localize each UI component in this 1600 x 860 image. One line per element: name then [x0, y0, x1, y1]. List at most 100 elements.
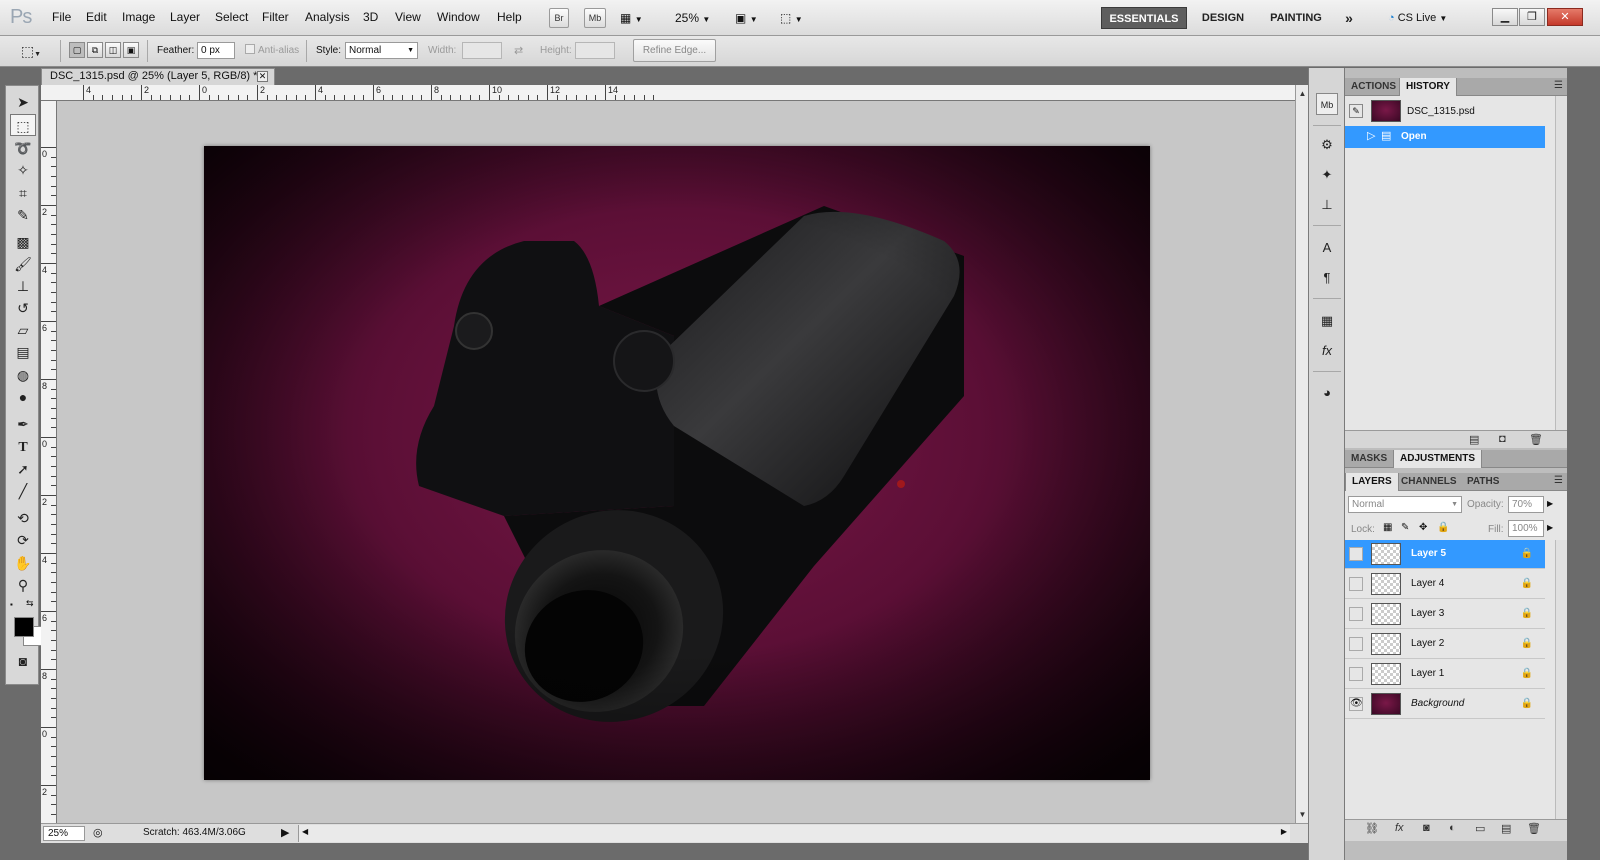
layer-row[interactable]: Layer 4 🔒: [1345, 570, 1545, 599]
eyedropper-tool[interactable]: ✎: [10, 204, 36, 226]
history-state[interactable]: ▷ ▤ Open: [1345, 126, 1545, 148]
character-panel-button[interactable]: A: [1316, 237, 1338, 259]
opacity-slider-arrow[interactable]: ▶: [1547, 499, 1553, 508]
minibridge-button[interactable]: Mb: [584, 8, 606, 28]
tab-paths[interactable]: PATHS: [1461, 473, 1505, 491]
layer-row[interactable]: Layer 3 🔒: [1345, 600, 1545, 629]
feather-input[interactable]: 0 px: [197, 42, 235, 59]
crop-tool[interactable]: ⌗: [10, 182, 36, 204]
quick-selection-tool[interactable]: ✧: [10, 159, 36, 181]
horizontal-ruler[interactable]: 4 2 0 2 4 6 8 10 12 14: [55, 85, 1295, 101]
arrange-documents-dropdown[interactable]: ▣ ▼: [735, 8, 758, 28]
new-adjustment-layer-icon[interactable]: ◐: [1449, 822, 1456, 834]
path-selection-tool[interactable]: ➚: [10, 458, 36, 480]
new-document-from-state-icon[interactable]: ▤: [1469, 433, 1479, 446]
canvas-area[interactable]: [57, 101, 1295, 823]
minibridge-panel-button[interactable]: Mb: [1316, 93, 1338, 115]
hand-tool[interactable]: ✋: [10, 552, 36, 574]
foreground-color-swatch[interactable]: [14, 617, 34, 637]
minimize-button[interactable]: ▁: [1492, 8, 1518, 26]
visibility-toggle[interactable]: [1349, 547, 1363, 561]
lock-image-icon[interactable]: ✎: [1401, 522, 1409, 533]
menu-view[interactable]: View: [395, 10, 421, 24]
spot-healing-tool[interactable]: ▩: [10, 231, 36, 253]
horizontal-scrollbar[interactable]: ◀ ▶: [298, 825, 1290, 842]
menu-help[interactable]: Help: [497, 10, 522, 24]
visibility-toggle[interactable]: [1349, 667, 1363, 681]
history-brush-tool[interactable]: ↺: [10, 297, 36, 319]
fill-slider-arrow[interactable]: ▶: [1547, 523, 1553, 532]
add-layer-style-icon[interactable]: fx: [1395, 822, 1404, 834]
quick-mask-button[interactable]: ◙: [10, 650, 36, 672]
history-snapshot[interactable]: ✎ DSC_1315.psd: [1345, 98, 1567, 125]
scroll-right-button[interactable]: ▶: [1281, 827, 1287, 836]
restore-button[interactable]: ❐: [1519, 8, 1545, 26]
eraser-tool[interactable]: ▱: [10, 319, 36, 341]
add-selection-button[interactable]: ⧉: [87, 42, 103, 58]
tab-adjustments[interactable]: ADJUSTMENTS: [1393, 450, 1483, 468]
menu-analysis[interactable]: Analysis: [305, 10, 350, 24]
gradient-tool[interactable]: ▤: [10, 341, 36, 363]
zoom-tool[interactable]: ⚲: [10, 574, 36, 596]
type-tool[interactable]: T: [10, 435, 36, 457]
panel-menu-icon[interactable]: ☰: [1554, 475, 1563, 486]
new-layer-icon[interactable]: ▤: [1501, 822, 1511, 835]
style-select[interactable]: Normal ▼: [345, 42, 418, 59]
pen-tool[interactable]: ✒: [10, 413, 36, 435]
new-selection-button[interactable]: ▢: [69, 42, 85, 58]
subtract-selection-button[interactable]: ◫: [105, 42, 121, 58]
delete-state-icon[interactable]: 🗑: [1529, 433, 1543, 446]
cs-live-dropdown[interactable]: ◔ CS Live ▼: [1388, 8, 1447, 28]
dodge-tool[interactable]: ●: [10, 386, 36, 408]
close-document-button[interactable]: ✕: [257, 71, 268, 82]
workspace-essentials[interactable]: ESSENTIALS: [1101, 7, 1187, 29]
height-input[interactable]: [575, 42, 615, 59]
lock-transparent-icon[interactable]: ▦: [1383, 522, 1392, 533]
layer-row[interactable]: Layer 2 🔒: [1345, 630, 1545, 659]
tab-layers[interactable]: LAYERS: [1345, 473, 1399, 491]
lasso-tool[interactable]: ➰: [10, 137, 36, 159]
tab-masks[interactable]: MASKS: [1345, 450, 1393, 468]
history-scrollbar[interactable]: [1555, 96, 1567, 432]
intersect-selection-button[interactable]: ▣: [123, 42, 139, 58]
menu-layer[interactable]: Layer: [170, 10, 200, 24]
blend-mode-select[interactable]: Normal ▼: [1348, 496, 1462, 513]
layers-scrollbar[interactable]: [1555, 540, 1567, 821]
status-info-icon[interactable]: ◎: [93, 826, 103, 839]
layer-row[interactable]: Layer 1 🔒: [1345, 660, 1545, 689]
tool-preset-picker[interactable]: ⬚▼: [18, 40, 44, 62]
blur-tool[interactable]: ◍: [10, 364, 36, 386]
new-snapshot-icon[interactable]: ◘: [1499, 433, 1506, 445]
swap-colors-icon[interactable]: ⇆: [26, 598, 34, 609]
styles-panel-button[interactable]: fx: [1316, 340, 1338, 362]
layer-row[interactable]: Layer 5 🔒: [1345, 540, 1545, 569]
vertical-scrollbar[interactable]: ▲ ▼: [1295, 85, 1308, 823]
brush-tool[interactable]: 🖌: [10, 253, 36, 275]
antialias-checkbox[interactable]: [245, 44, 255, 54]
move-tool[interactable]: ➤: [10, 91, 36, 113]
3d-rotate-tool[interactable]: ⟲: [10, 507, 36, 529]
workspace-painting[interactable]: PAINTING: [1262, 7, 1330, 29]
line-tool[interactable]: ╱: [10, 480, 36, 502]
paragraph-panel-button[interactable]: ¶: [1316, 267, 1338, 289]
more-workspaces-button[interactable]: »: [1338, 7, 1360, 29]
lock-all-icon[interactable]: 🔒: [1437, 522, 1449, 533]
brush-presets-panel-button[interactable]: ✦: [1316, 164, 1338, 186]
delete-layer-icon[interactable]: 🗑: [1527, 822, 1541, 835]
workspace-design[interactable]: DESIGN: [1194, 7, 1252, 29]
default-colors-icon[interactable]: ▪: [10, 600, 13, 609]
lock-position-icon[interactable]: ✥: [1419, 522, 1427, 533]
tab-channels[interactable]: CHANNELS: [1395, 473, 1463, 491]
visibility-toggle[interactable]: 👁: [1349, 697, 1363, 711]
color-panel-button[interactable]: ◕: [1316, 382, 1338, 404]
bridge-button[interactable]: Br: [549, 8, 569, 28]
zoom-level-field[interactable]: 25%: [43, 826, 85, 841]
menu-edit[interactable]: Edit: [86, 10, 107, 24]
vertical-ruler[interactable]: 0 2 4 6 8 0 2 4 6 8 0 2: [41, 101, 57, 823]
visibility-toggle[interactable]: [1349, 607, 1363, 621]
opacity-input[interactable]: 70%: [1508, 496, 1544, 513]
document-image[interactable]: [204, 146, 1150, 780]
visibility-toggle[interactable]: [1349, 637, 1363, 651]
add-mask-icon[interactable]: ◙: [1423, 822, 1430, 834]
tool-presets-panel-button[interactable]: ⚙: [1316, 134, 1338, 156]
